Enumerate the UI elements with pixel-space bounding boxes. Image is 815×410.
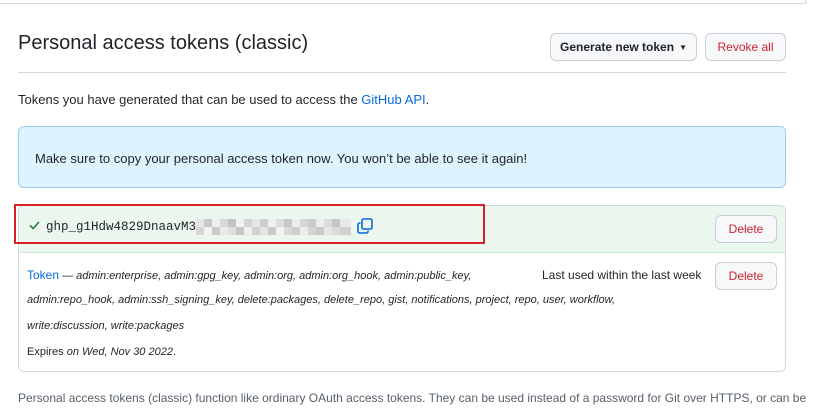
delete-new-token-button[interactable]: Delete <box>715 215 777 243</box>
flash-notice: Make sure to copy your personal access t… <box>18 126 786 188</box>
intro-text-suffix: . <box>425 92 430 107</box>
flash-message: Make sure to copy your personal access t… <box>35 151 528 166</box>
page-title: Personal access tokens (classic) <box>18 32 309 54</box>
expires-suffix: . <box>172 346 177 358</box>
triangle-down-icon: ▼ <box>679 42 687 52</box>
expiration-text: Expires on Wed, Nov 30 2022. <box>27 346 176 358</box>
side-divider <box>805 0 806 4</box>
token-scopes-line-1: Token — admin:enterprise, admin:gpg_key,… <box>27 268 471 282</box>
footer-description: Personal access tokens (classic) functio… <box>18 391 807 405</box>
generate-new-token-label: Generate new token <box>560 40 675 54</box>
github-api-link[interactable]: GitHub API <box>361 92 425 107</box>
redacted-token-segment <box>196 219 351 235</box>
intro-text: Tokens you have generated that can be us… <box>18 92 429 107</box>
token-separator: — <box>59 270 77 282</box>
header-divider <box>18 72 786 73</box>
token-name-link[interactable]: Token <box>27 268 59 282</box>
token-scopes-line-2: admin:repo_hook, admin:ssh_signing_key, … <box>27 294 616 306</box>
copy-icon[interactable] <box>357 218 373 234</box>
check-icon <box>29 221 40 230</box>
expires-prefix: Expires <box>27 346 67 358</box>
token-value: ghp_g1Hdw4829DnaavM3 <box>46 220 197 234</box>
delete-token-button[interactable]: Delete <box>715 262 777 290</box>
token-scopes-text-1: admin:enterprise, admin:gpg_key, admin:o… <box>76 270 472 282</box>
generate-new-token-button[interactable]: Generate new token ▼ <box>550 33 697 61</box>
revoke-all-button[interactable]: Revoke all <box>705 33 786 61</box>
token-scopes-line-3: write:discussion, write:packages <box>27 320 185 332</box>
intro-text-body: Tokens you have generated that can be us… <box>18 92 362 107</box>
expires-date: on Wed, Nov 30 2022 <box>66 346 173 358</box>
top-divider <box>0 3 805 4</box>
last-used-text: Last used within the last week <box>542 268 702 282</box>
